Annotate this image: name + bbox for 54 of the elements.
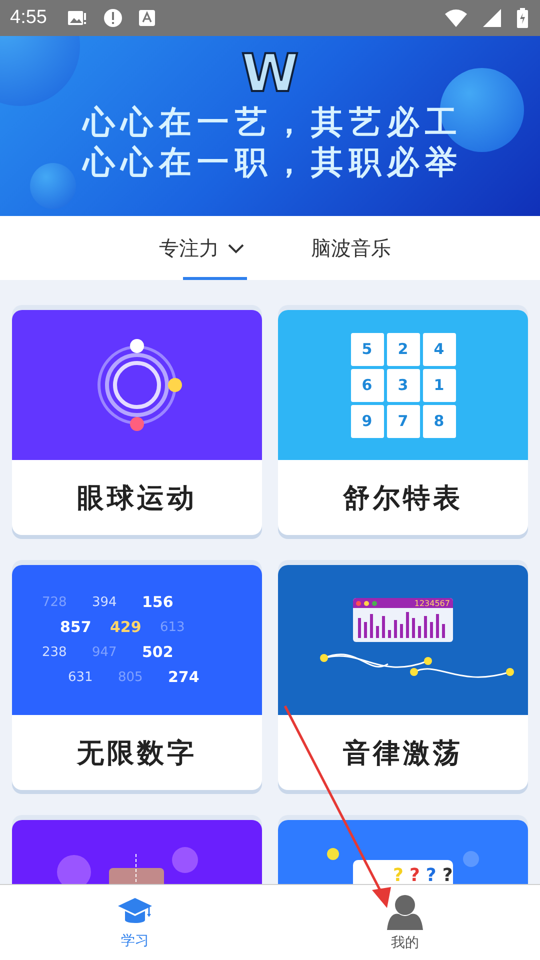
number-text: 274: [168, 668, 200, 687]
slogan-text: 心心在一职，其职必举: [83, 142, 463, 182]
number-text: 394: [92, 594, 118, 612]
number-tile: 8: [422, 404, 456, 438]
game-card[interactable]: 5 2 4 6 3 1 9 7 8 舒尔特表: [278, 310, 528, 535]
number-text: 502: [142, 643, 174, 662]
number-tile: 9: [350, 404, 384, 438]
number-tile: 2: [386, 332, 420, 366]
image-icon: [66, 9, 87, 27]
card-title: 音律激荡: [342, 736, 464, 770]
number-text: 429: [110, 618, 142, 637]
wifi-icon: [445, 9, 467, 27]
number-tile: 6: [350, 368, 384, 402]
clock-text: 4:55: [10, 7, 47, 29]
alert-icon: [102, 8, 123, 28]
text-icon: [138, 9, 155, 27]
number-text: 728: [42, 594, 68, 612]
question-mark: ?: [426, 866, 436, 884]
number-text: 805: [118, 669, 144, 687]
battery-icon: [517, 8, 528, 28]
question-mark: ?: [409, 866, 420, 884]
card-title: 无限数字: [76, 736, 198, 770]
number-tile: 4: [422, 332, 456, 366]
dot-icon: [463, 851, 479, 867]
card-title: 眼球运动: [76, 482, 198, 516]
game-card[interactable]: 1234567 音律激荡: [278, 565, 528, 790]
number-text: 631: [68, 669, 94, 687]
logo-text: W: [241, 46, 299, 102]
circle-shape: [172, 847, 198, 873]
tab[interactable]: 脑波音乐: [309, 216, 393, 280]
number-text: 857: [60, 618, 92, 637]
number-tile: 5: [350, 332, 384, 366]
question-mark: ?: [393, 866, 404, 884]
number-tile: 3: [386, 368, 420, 402]
decor-circle: [30, 163, 76, 209]
slogan-text: 心心在一艺，其艺必工: [83, 102, 463, 142]
number-text: 947: [92, 644, 118, 662]
game-card[interactable]: 728 394 156 857 429 613 238 947 502 631 805 274 无限数字: [12, 565, 262, 790]
person-icon: [387, 894, 423, 930]
nav-item[interactable]: 学习: [0, 885, 270, 960]
number-tile: 1: [422, 368, 456, 402]
number-text: 238: [42, 644, 68, 662]
question-mark: ?: [442, 866, 453, 884]
tab[interactable]: 专注力: [157, 216, 247, 280]
game-card[interactable]: 眼球运动: [12, 310, 262, 535]
signal-icon: [483, 9, 501, 27]
game-card[interactable]: ? ? ? ?: [278, 820, 528, 884]
number-tile: 7: [386, 404, 420, 438]
number-text: 156: [142, 593, 174, 612]
dot-icon: [327, 848, 339, 860]
nav-item[interactable]: 我的: [270, 885, 540, 960]
number-text: 613: [160, 619, 186, 637]
card-title: 舒尔特表: [342, 482, 464, 516]
window-label: 1234567: [414, 598, 450, 608]
